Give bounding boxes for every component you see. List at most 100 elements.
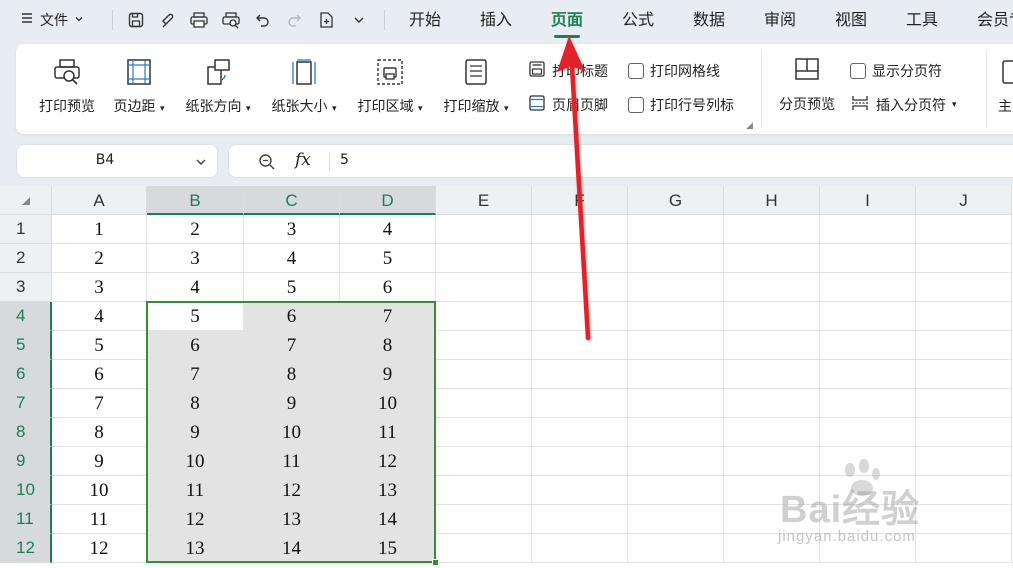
tab-home[interactable]: 开始: [409, 8, 441, 34]
dialog-launcher-icon[interactable]: ◢: [746, 121, 753, 131]
cell-h3[interactable]: [724, 273, 820, 302]
print-area-button[interactable]: 打印区域 ▾: [352, 56, 428, 120]
insert-page-break-button[interactable]: 插入分页符 ▾: [850, 94, 957, 116]
tab-formula[interactable]: 公式: [622, 8, 654, 34]
cell-d6[interactable]: 9: [340, 360, 436, 389]
cell-h12[interactable]: [724, 534, 820, 563]
cell-i11[interactable]: [820, 505, 916, 534]
column-header-c[interactable]: C: [244, 186, 340, 215]
function-fx-icon[interactable]: fx: [295, 150, 311, 170]
cell-f12[interactable]: [532, 534, 628, 563]
cell-f10[interactable]: [532, 476, 628, 505]
column-header-f[interactable]: F: [532, 186, 628, 215]
cell-j3[interactable]: [916, 273, 1012, 302]
cell-f5[interactable]: [532, 331, 628, 360]
cell-h8[interactable]: [724, 418, 820, 447]
cell-d12[interactable]: 15: [340, 534, 436, 563]
cell-c9[interactable]: 11: [244, 447, 340, 476]
print-row-col-headers-checkbox[interactable]: 打印行号列标: [628, 94, 734, 116]
column-header-g[interactable]: G: [628, 186, 724, 215]
cell-b8[interactable]: 9: [147, 418, 244, 447]
row-header[interactable]: 1: [0, 215, 52, 244]
cell-f9[interactable]: [532, 447, 628, 476]
cell-a5[interactable]: 5: [52, 331, 147, 360]
cell-b4[interactable]: 5: [147, 302, 244, 331]
cell-e5[interactable]: [436, 331, 532, 360]
cell-g4[interactable]: [628, 302, 724, 331]
cell-i9[interactable]: [820, 447, 916, 476]
cell-e8[interactable]: [436, 418, 532, 447]
new-file-icon[interactable]: [314, 8, 338, 32]
cell-h7[interactable]: [724, 389, 820, 418]
cell-e2[interactable]: [436, 244, 532, 273]
cell-a7[interactable]: 7: [52, 389, 147, 418]
cell-f6[interactable]: [532, 360, 628, 389]
cell-f7[interactable]: [532, 389, 628, 418]
row-header[interactable]: 12: [0, 534, 52, 563]
cell-c8[interactable]: 10: [244, 418, 340, 447]
cell-e10[interactable]: [436, 476, 532, 505]
cell-h2[interactable]: [724, 244, 820, 273]
cell-i6[interactable]: [820, 360, 916, 389]
cell-d2[interactable]: 5: [340, 244, 436, 273]
margins-button[interactable]: 页边距 ▾: [108, 56, 170, 120]
row-header[interactable]: 2: [0, 244, 52, 273]
cell-c3[interactable]: 5: [244, 273, 340, 302]
cell-f1[interactable]: [532, 215, 628, 244]
cell-j9[interactable]: [916, 447, 1012, 476]
save-icon[interactable]: [124, 8, 148, 32]
theme-button[interactable]: 主: [994, 56, 1013, 120]
cell-h6[interactable]: [724, 360, 820, 389]
row-header[interactable]: 5: [0, 331, 52, 360]
format-painter-icon[interactable]: [155, 8, 179, 32]
cell-i5[interactable]: [820, 331, 916, 360]
cell-a2[interactable]: 2: [52, 244, 147, 273]
cell-i4[interactable]: [820, 302, 916, 331]
cell-j2[interactable]: [916, 244, 1012, 273]
column-header-b[interactable]: B: [147, 186, 244, 215]
cell-j1[interactable]: [916, 215, 1012, 244]
cell-e11[interactable]: [436, 505, 532, 534]
row-header[interactable]: 9: [0, 447, 52, 476]
cell-j5[interactable]: [916, 331, 1012, 360]
cell-g3[interactable]: [628, 273, 724, 302]
cell-a10[interactable]: 10: [52, 476, 147, 505]
cell-b12[interactable]: 13: [147, 534, 244, 563]
cell-g1[interactable]: [628, 215, 724, 244]
cell-h10[interactable]: [724, 476, 820, 505]
cell-c4[interactable]: 6: [244, 302, 340, 331]
cell-j10[interactable]: [916, 476, 1012, 505]
cell-d5[interactable]: 8: [340, 331, 436, 360]
undo-icon[interactable]: [251, 8, 275, 32]
cell-c5[interactable]: 7: [244, 331, 340, 360]
cell-c12[interactable]: 14: [244, 534, 340, 563]
cell-j4[interactable]: [916, 302, 1012, 331]
cell-i10[interactable]: [820, 476, 916, 505]
cell-b9[interactable]: 10: [147, 447, 244, 476]
cell-h5[interactable]: [724, 331, 820, 360]
cell-c1[interactable]: 3: [244, 215, 340, 244]
column-header-e[interactable]: E: [436, 186, 532, 215]
select-all-corner[interactable]: [0, 186, 52, 215]
print-gridlines-checkbox[interactable]: 打印网格线: [628, 60, 720, 82]
header-footer-button[interactable]: 页眉页脚: [528, 94, 608, 116]
row-header[interactable]: 4: [0, 302, 52, 331]
cell-j8[interactable]: [916, 418, 1012, 447]
column-header-d[interactable]: D: [340, 186, 436, 215]
cell-g8[interactable]: [628, 418, 724, 447]
cell-j11[interactable]: [916, 505, 1012, 534]
row-header[interactable]: 11: [0, 505, 52, 534]
page-break-preview-button[interactable]: 分页预览: [774, 56, 840, 120]
cell-h4[interactable]: [724, 302, 820, 331]
cell-d4[interactable]: 7: [340, 302, 436, 331]
cell-b2[interactable]: 3: [147, 244, 244, 273]
cell-c6[interactable]: 8: [244, 360, 340, 389]
cell-a12[interactable]: 12: [52, 534, 147, 563]
cell-f3[interactable]: [532, 273, 628, 302]
cell-h9[interactable]: [724, 447, 820, 476]
cell-f11[interactable]: [532, 505, 628, 534]
cell-a3[interactable]: 3: [52, 273, 147, 302]
cell-d7[interactable]: 10: [340, 389, 436, 418]
formula-input[interactable]: 5: [340, 152, 349, 168]
cell-e7[interactable]: [436, 389, 532, 418]
